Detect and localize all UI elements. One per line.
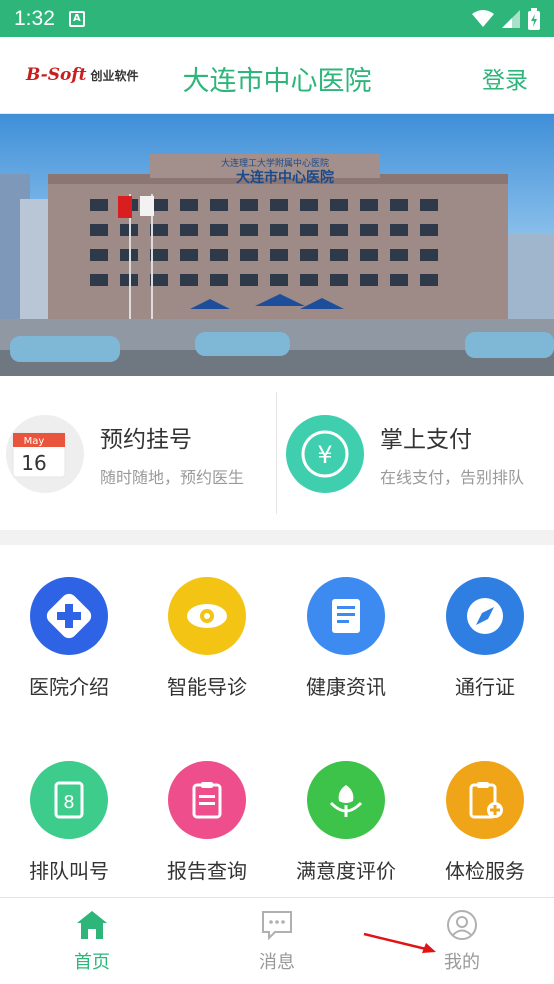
service-label: 体检服务 [445, 859, 525, 883]
bottom-tab-bar: 首页 消息 我的 [0, 897, 554, 984]
message-icon [262, 911, 292, 941]
annotation-arrow [363, 932, 436, 953]
tab-label: 首页 [74, 952, 110, 973]
quick-action-title: 预约挂号 [100, 427, 192, 453]
compass-icon [446, 577, 524, 655]
banner-sign-subtext: 大连理工大学附属中心医院 [221, 157, 329, 169]
logo-mark: B-Soft [26, 65, 87, 85]
service-label: 满意度评价 [296, 859, 396, 883]
tab-messages[interactable]: 消息 [217, 910, 337, 974]
service-label: 健康资讯 [306, 675, 386, 699]
service-label: 医院介绍 [29, 675, 109, 699]
queue-number: 8 [63, 792, 74, 813]
hospital-plus-icon [30, 577, 108, 655]
signal-icon [502, 9, 520, 28]
service-smart-guide[interactable]: 智能导诊 [138, 577, 276, 700]
service-label: 排队叫号 [29, 859, 109, 883]
quick-action-subtitle: 在线支付，告别排队 [380, 468, 525, 487]
notification-icon: A [68, 10, 85, 27]
document-icon [307, 577, 385, 655]
service-hospital-intro[interactable]: 医院介绍 [0, 577, 138, 700]
quick-action-subtitle: 随时随地，预约医生 [100, 468, 245, 487]
quick-action-title: 掌上支付 [380, 427, 472, 453]
service-satisfaction[interactable]: 满意度评价 [277, 761, 415, 884]
calendar-icon: May 16 [6, 415, 84, 493]
user-icon [447, 910, 477, 940]
yen-symbol: ¥ [317, 441, 332, 469]
logo-text: 创业软件 [90, 68, 139, 83]
status-bar: 1:32 A [0, 0, 554, 37]
flower-icon [307, 761, 385, 839]
calendar-day: 16 [21, 451, 46, 475]
quick-action-payment[interactable]: ¥ 掌上支付 在线支付，告别排队 [286, 414, 524, 494]
clipboard-icon [168, 761, 246, 839]
hospital-banner[interactable]: 大连理工大学附属中心医院 大连市中心医院 [0, 114, 554, 376]
home-icon [77, 911, 107, 939]
queue-icon: 8 [30, 761, 108, 839]
banner-sign-text: 大连市中心医院 [236, 169, 334, 186]
service-label: 智能导诊 [167, 675, 247, 699]
quick-divider [276, 392, 277, 514]
login-button[interactable]: 登录 [482, 61, 528, 95]
services-grid: 医院介绍 智能导诊 健康资讯 通行证 8 排队叫号 报告查询 满意度评价 体检服… [0, 545, 554, 897]
status-time: 1:32 [14, 6, 55, 30]
quick-actions: May 16 预约挂号 随时随地，预约医生 ¥ 掌上支付 在线支付，告别排队 [0, 376, 554, 530]
hospital-photo: 大连理工大学附属中心医院 大连市中心医院 [0, 114, 554, 376]
service-health-news[interactable]: 健康资讯 [277, 577, 415, 700]
wifi-icon [472, 9, 494, 27]
brand-logo: B-Soft 创业软件 [26, 65, 139, 85]
quick-action-appointment[interactable]: May 16 预约挂号 随时随地，预约医生 [6, 414, 244, 494]
status-icons [472, 7, 540, 30]
service-queue[interactable]: 8 排队叫号 [0, 761, 138, 884]
service-report-query[interactable]: 报告查询 [138, 761, 276, 884]
service-checkup[interactable]: 体检服务 [416, 761, 554, 884]
tab-label: 消息 [259, 952, 295, 973]
service-pass[interactable]: 通行证 [416, 577, 554, 700]
yen-icon: ¥ [286, 415, 364, 493]
checkup-icon [446, 761, 524, 839]
tab-home[interactable]: 首页 [32, 910, 152, 974]
battery-icon [528, 7, 540, 30]
calendar-month: May [24, 436, 45, 447]
eye-icon [168, 577, 246, 655]
service-label: 通行证 [455, 675, 515, 699]
service-label: 报告查询 [167, 859, 247, 883]
app-header: B-Soft 创业软件 大连市中心医院 登录 [0, 37, 554, 114]
